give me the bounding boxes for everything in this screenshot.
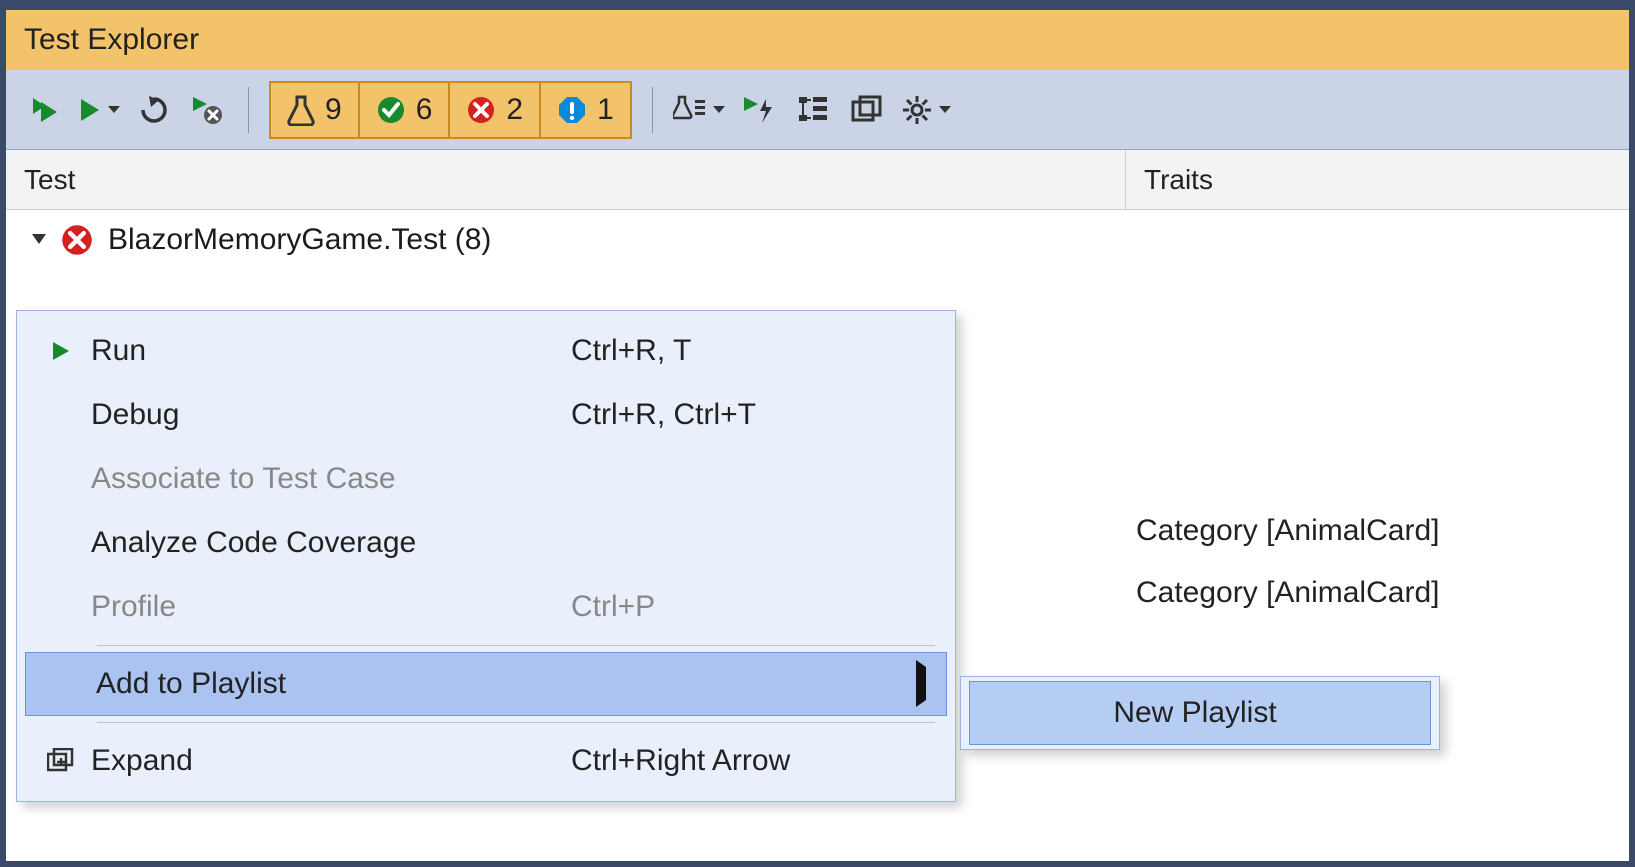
tree-root-label: BlazorMemoryGame.Test (8) <box>108 223 491 257</box>
run-button[interactable] <box>78 88 120 132</box>
menu-item-debug[interactable]: Debug Ctrl+R, Ctrl+T <box>21 383 951 447</box>
x-circle-icon <box>466 95 496 125</box>
trait-item: Category [AnimalCard] <box>1136 562 1439 624</box>
column-headers: Test Traits <box>6 150 1629 210</box>
check-circle-icon <box>376 95 406 125</box>
context-menu: Run Ctrl+R, T Debug Ctrl+R, Ctrl+T Assoc… <box>16 310 956 802</box>
summary-info-count: 1 <box>597 93 614 127</box>
dropdown-caret-icon <box>713 106 725 113</box>
play-bolt-icon <box>742 95 776 125</box>
repeat-last-run-button[interactable] <box>134 88 174 132</box>
trait-item: Category [AnimalCard] <box>1136 500 1439 562</box>
summary-failed[interactable]: 2 <box>450 81 541 139</box>
play-all-icon <box>29 95 59 125</box>
menu-item-expand[interactable]: Expand Ctrl+Right Arrow <box>21 729 951 793</box>
summary-total-count: 9 <box>325 93 342 127</box>
menu-item-profile: Profile Ctrl+P <box>21 575 951 639</box>
run-failed-button[interactable] <box>188 88 228 132</box>
column-header-test[interactable]: Test <box>6 150 1126 209</box>
submenu-item-new-playlist[interactable]: New Playlist <box>969 681 1431 745</box>
expand-icon <box>31 748 91 774</box>
gear-icon <box>901 94 933 126</box>
menu-separator <box>97 645 935 646</box>
submenu-add-playlist: New Playlist <box>960 676 1440 750</box>
summary-failed-count: 2 <box>506 93 523 127</box>
summary-group: 9 6 2 1 <box>269 81 632 139</box>
menu-separator <box>97 722 935 723</box>
hierarchy-icon <box>797 95 829 125</box>
tree-expand-icon[interactable] <box>32 234 46 244</box>
playlist-button[interactable] <box>673 88 725 132</box>
toolbar-separator <box>248 87 249 133</box>
menu-item-run[interactable]: Run Ctrl+R, T <box>21 319 951 383</box>
toolbar-separator <box>652 87 653 133</box>
run-after-build-button[interactable] <box>739 88 779 132</box>
menu-item-add-playlist[interactable]: Add to Playlist <box>25 652 947 716</box>
info-octagon-icon <box>557 95 587 125</box>
x-circle-icon <box>60 223 94 257</box>
window-title-bar: Test Explorer <box>6 10 1629 70</box>
summary-info[interactable]: 1 <box>541 81 632 139</box>
menu-item-associate: Associate to Test Case <box>21 447 951 511</box>
window-title: Test Explorer <box>24 23 199 57</box>
group-by-button[interactable] <box>793 88 833 132</box>
toolbar: 9 6 2 1 <box>6 70 1629 150</box>
windows-icon <box>851 95 883 125</box>
run-all-button[interactable] <box>24 88 64 132</box>
play-icon <box>78 96 102 124</box>
summary-passed[interactable]: 6 <box>360 81 451 139</box>
traits-list: Category [AnimalCard] Category [AnimalCa… <box>1136 500 1439 624</box>
submenu-arrow-icon <box>916 660 926 707</box>
menu-item-coverage[interactable]: Analyze Code Coverage <box>21 511 951 575</box>
play-icon <box>31 339 91 363</box>
tree-root-row[interactable]: BlazorMemoryGame.Test (8) <box>6 210 1629 270</box>
summary-passed-count: 6 <box>416 93 433 127</box>
play-fail-icon <box>191 95 225 125</box>
column-header-traits[interactable]: Traits <box>1126 150 1629 209</box>
flask-icon <box>287 94 315 126</box>
repeat-icon <box>137 94 171 126</box>
flask-list-icon <box>673 94 707 126</box>
summary-total[interactable]: 9 <box>269 81 360 139</box>
columns-button[interactable] <box>847 88 887 132</box>
dropdown-caret-icon <box>939 106 951 113</box>
settings-button[interactable] <box>901 88 951 132</box>
dropdown-caret-icon <box>108 106 120 113</box>
